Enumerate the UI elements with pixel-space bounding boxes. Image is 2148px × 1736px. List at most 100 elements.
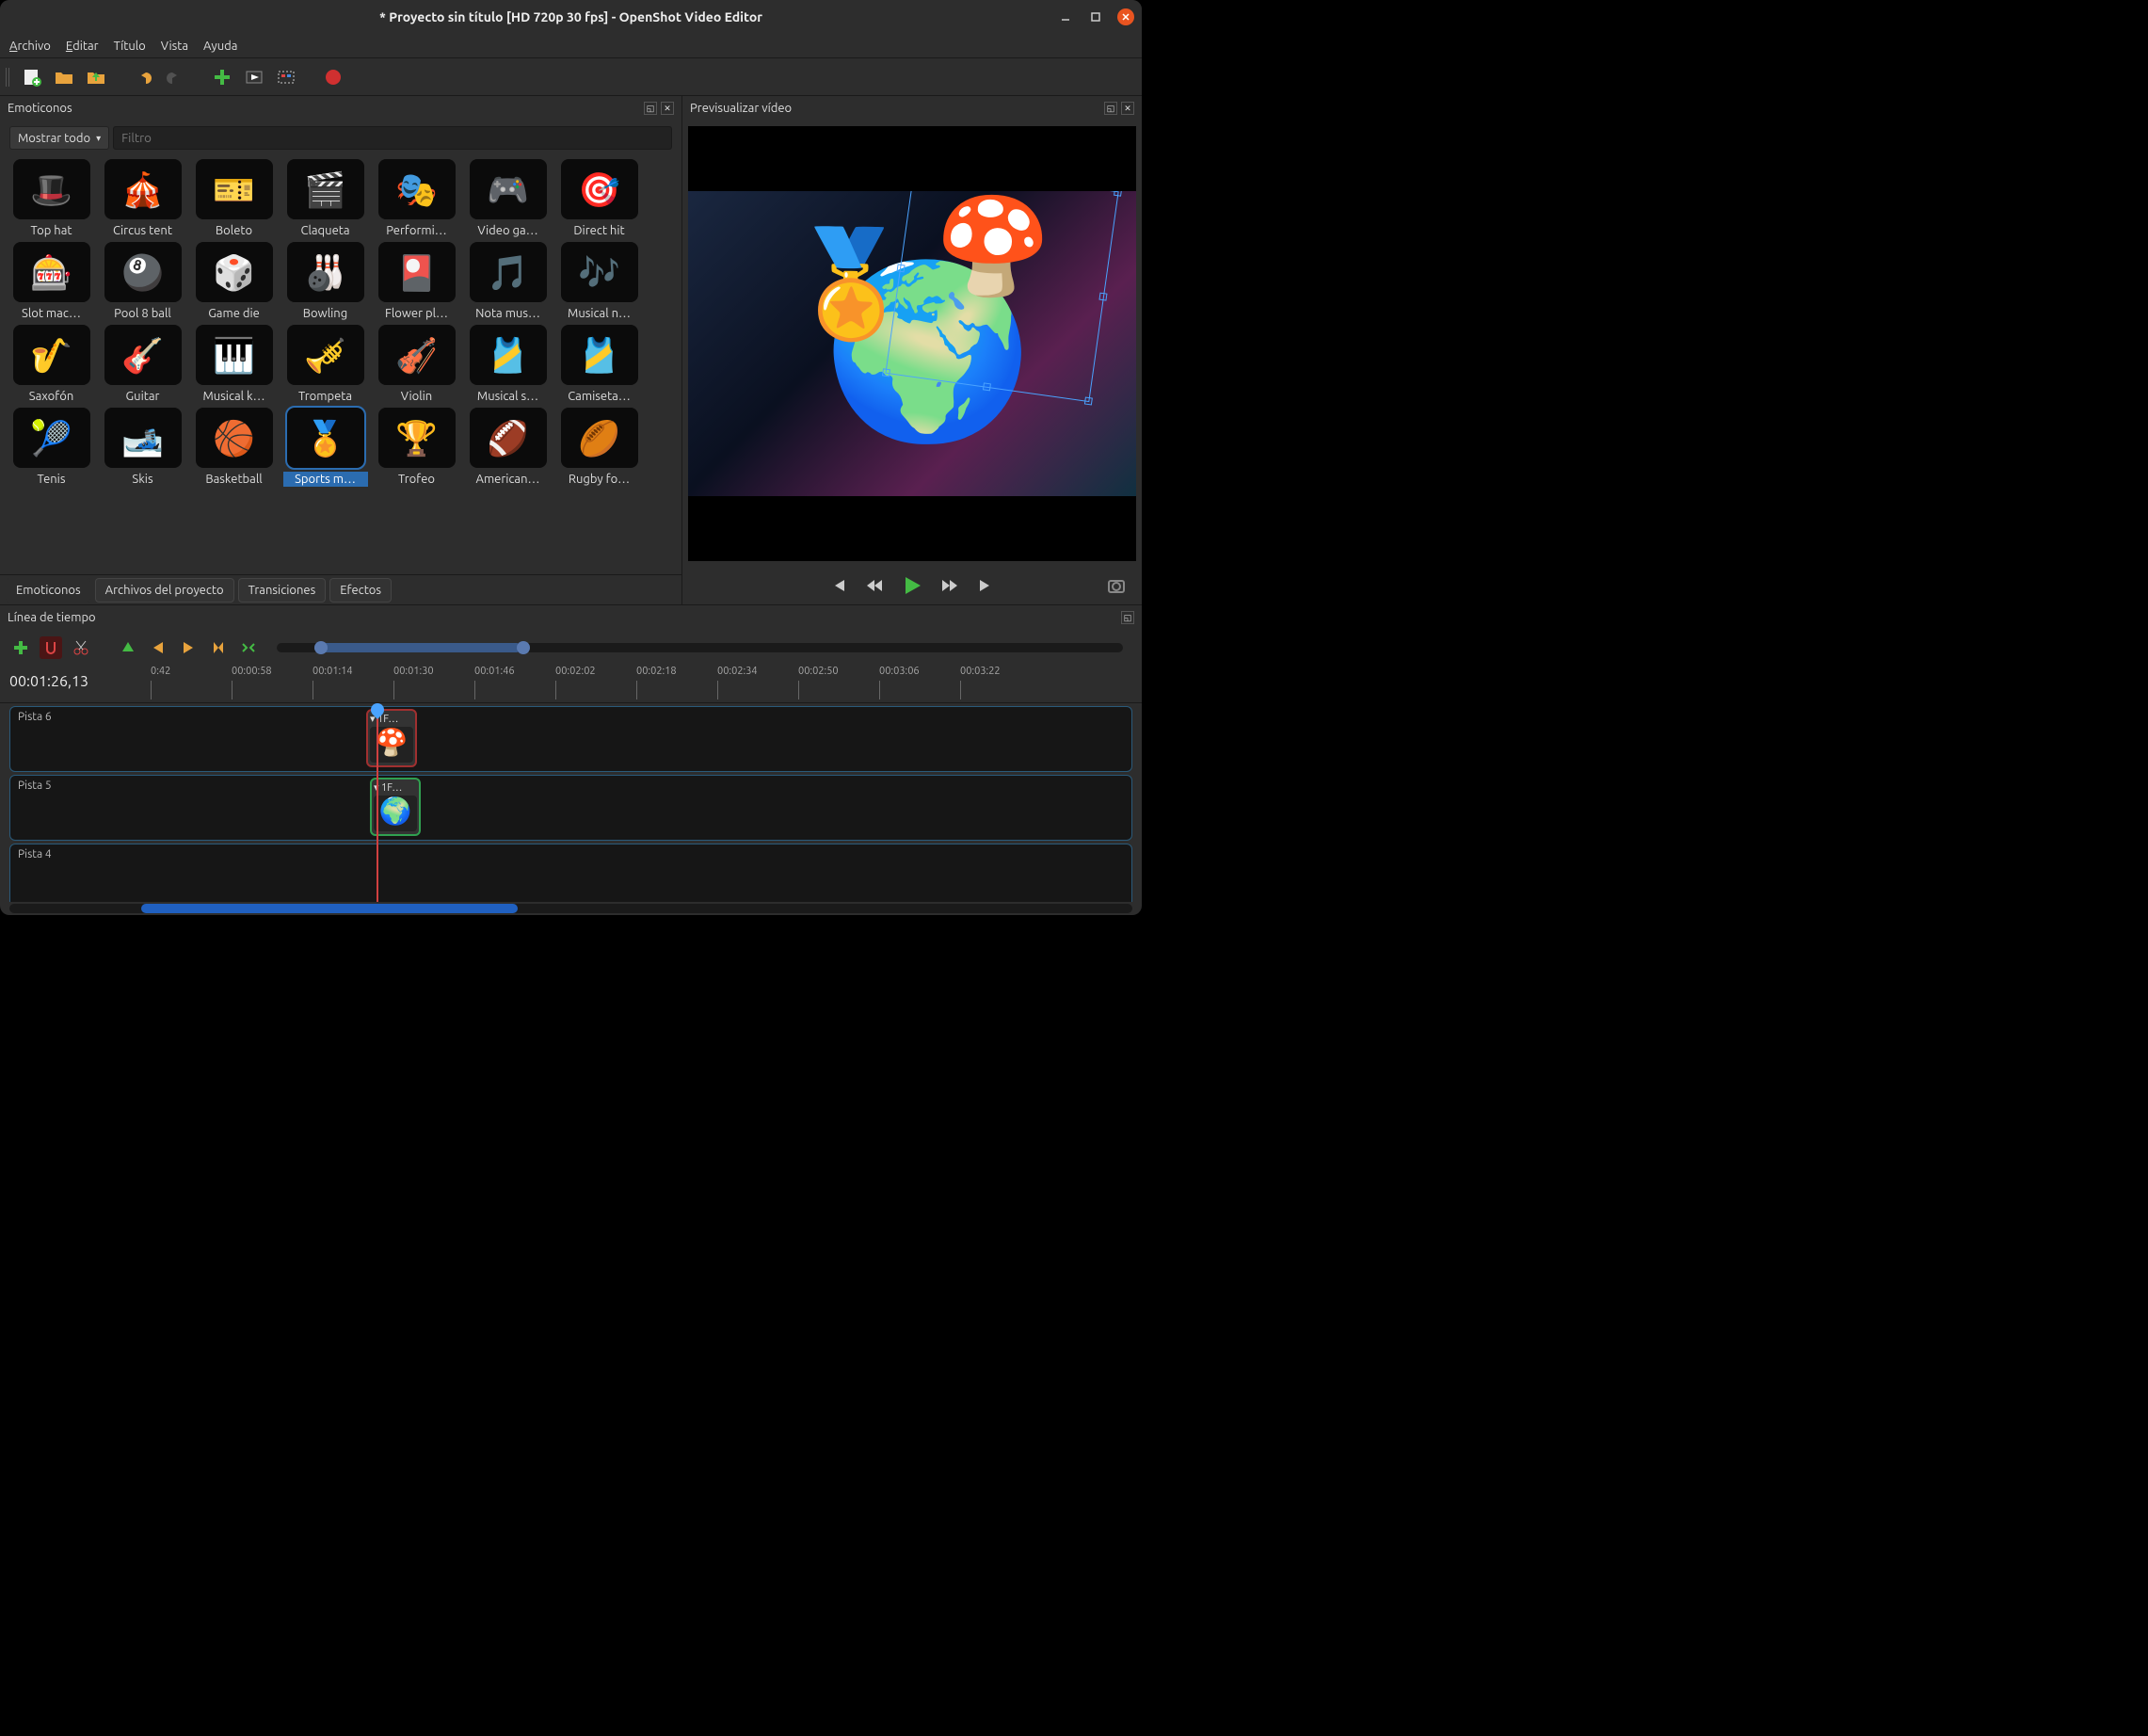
new-project-button[interactable]	[19, 64, 45, 90]
emoji-item[interactable]: 🎳Bowling	[281, 242, 370, 321]
emoji-item[interactable]: 🎶Musical n…	[554, 242, 644, 321]
profile-button[interactable]	[241, 64, 267, 90]
add-track-button[interactable]	[9, 636, 32, 659]
import-files-button[interactable]	[209, 64, 235, 90]
preview-panel-title: Previsualizar vídeo	[690, 102, 792, 115]
emoji-item[interactable]: 🏉Rugby fo…	[554, 408, 644, 487]
emoji-item[interactable]: 🎽Musical s…	[463, 325, 553, 404]
tab-archivos-del-proyecto[interactable]: Archivos del proyecto	[95, 578, 234, 603]
preview-viewport[interactable]: 🌍 🏅 🍄	[688, 126, 1136, 561]
marker-add-button[interactable]	[117, 636, 139, 659]
emoji-icon: 🎷	[13, 325, 90, 385]
play-button[interactable]	[901, 574, 923, 597]
snapshot-button[interactable]	[1106, 575, 1127, 596]
emoji-item[interactable]: 🎱Pool 8 ball	[98, 242, 187, 321]
panel-float-icon[interactable]: ◱	[644, 102, 657, 115]
close-button[interactable]	[1117, 8, 1134, 25]
track-header[interactable]: Pista 4	[10, 844, 133, 902]
jump-start-button[interactable]	[829, 576, 848, 595]
time-ruler[interactable]: 0:4200:00:5800:01:1400:01:3000:01:4600:0…	[132, 666, 1142, 702]
panel-float-icon[interactable]: ◱	[1121, 611, 1134, 624]
save-project-button[interactable]	[83, 64, 109, 90]
emoji-item[interactable]: 🎺Trompeta	[281, 325, 370, 404]
emoji-item[interactable]: 🎵Nota mus…	[463, 242, 553, 321]
ruler-tick: 00:01:14	[313, 666, 353, 677]
emoji-item[interactable]: 🏀Basketball	[189, 408, 279, 487]
emoji-item[interactable]: 🎷Saxofón	[7, 325, 96, 404]
emoji-item[interactable]: 🎻Violin	[372, 325, 461, 404]
export-button[interactable]	[320, 64, 346, 90]
emoji-item[interactable]: 🎩Top hat	[7, 159, 96, 238]
razor-button[interactable]	[70, 636, 92, 659]
emoji-item[interactable]: 🎾Tenis	[7, 408, 96, 487]
marker-prev-button[interactable]	[147, 636, 169, 659]
emoji-item[interactable]: 🏆Trofeo	[372, 408, 461, 487]
playhead-time: 00:01:26,13	[0, 666, 132, 702]
emoji-item[interactable]: 🎫Boleto	[189, 159, 279, 238]
tracks-area[interactable]: Pista 6 ▾ 1F…🍄 Pista 5▾ 1F…🌍Pista 4	[0, 703, 1142, 902]
emoji-label: Bowling	[283, 306, 368, 321]
zoom-slider[interactable]	[277, 643, 1123, 652]
menu-titulo[interactable]: Título	[114, 40, 146, 53]
emoji-item[interactable]: 🎯Direct hit	[554, 159, 644, 238]
track[interactable]: Pista 4	[9, 844, 1132, 902]
emoji-label: Trompeta	[283, 389, 368, 404]
minimize-button[interactable]	[1057, 8, 1074, 25]
emoji-item[interactable]: 🎿Skis	[98, 408, 187, 487]
tab-efectos[interactable]: Efectos	[329, 578, 392, 603]
emoji-item[interactable]: 🎭Performi…	[372, 159, 461, 238]
panel-close-icon[interactable]: ✕	[1121, 102, 1134, 115]
toolbar-grip[interactable]	[6, 68, 11, 87]
track-header[interactable]: Pista 5	[10, 776, 133, 840]
emoji-icon: 🎲	[196, 242, 273, 302]
category-combo[interactable]: Mostrar todo	[9, 126, 109, 150]
menu-archivo[interactable]: Archivo	[9, 40, 51, 53]
undo-button[interactable]	[130, 64, 156, 90]
emoji-item[interactable]: 🎹Musical k…	[189, 325, 279, 404]
emoji-item[interactable]: 🎴Flower pl…	[372, 242, 461, 321]
emoji-item[interactable]: 🎮Video ga…	[463, 159, 553, 238]
track[interactable]: Pista 5▾ 1F…🌍	[9, 775, 1132, 841]
jump-end-button[interactable]	[976, 576, 995, 595]
emoji-icon: 🎴	[378, 242, 456, 302]
tab-transiciones[interactable]: Transiciones	[238, 578, 327, 603]
forward-button[interactable]	[940, 576, 959, 595]
emoji-item[interactable]: 🏈American…	[463, 408, 553, 487]
clip[interactable]: ▾ 1F…🍄	[366, 709, 417, 767]
track[interactable]: Pista 6 ▾ 1F…🍄	[9, 706, 1132, 772]
emoji-grid[interactable]: 🎩Top hat🎪Circus tent🎫Boleto🎬Claqueta🎭Per…	[0, 155, 681, 574]
menu-vista[interactable]: Vista	[161, 40, 188, 53]
panel-close-icon[interactable]: ✕	[661, 102, 674, 115]
tab-emoticonos[interactable]: Emoticonos	[6, 578, 91, 603]
ruler-tick: 00:03:22	[960, 666, 1001, 677]
ruler-tick: 00:03:06	[879, 666, 920, 677]
panel-float-icon[interactable]: ◱	[1104, 102, 1117, 115]
emoji-icon: 🎽	[561, 325, 638, 385]
track-header[interactable]: Pista 6	[10, 707, 133, 771]
emoji-item[interactable]: 🎪Circus tent	[98, 159, 187, 238]
timeline-scrollbar[interactable]	[9, 904, 1132, 913]
emoji-item[interactable]: 🎽Camiseta…	[554, 325, 644, 404]
open-project-button[interactable]	[51, 64, 77, 90]
filter-input[interactable]	[113, 126, 672, 150]
playhead[interactable]	[377, 703, 378, 902]
fullscreen-button[interactable]	[273, 64, 299, 90]
redo-button[interactable]	[162, 64, 188, 90]
center-playhead-button[interactable]	[207, 636, 230, 659]
zoom-button[interactable]	[237, 636, 260, 659]
maximize-button[interactable]	[1087, 8, 1104, 25]
emoji-label: Video ga…	[466, 223, 551, 238]
menu-ayuda[interactable]: Ayuda	[203, 40, 237, 53]
emoji-item[interactable]: 🎸Guitar	[98, 325, 187, 404]
emoji-icon: 🎩	[13, 159, 90, 219]
snap-button[interactable]	[40, 636, 62, 659]
emoji-item[interactable]: 🎰Slot mac…	[7, 242, 96, 321]
rewind-button[interactable]	[865, 576, 884, 595]
emoji-icon: 🏈	[470, 408, 547, 468]
emoji-item[interactable]: 🎬Claqueta	[281, 159, 370, 238]
emoji-item[interactable]: 🎲Game die	[189, 242, 279, 321]
emoji-item[interactable]: 🏅Sports m…	[281, 408, 370, 487]
marker-next-button[interactable]	[177, 636, 200, 659]
menu-editar[interactable]: Editar	[66, 40, 99, 53]
transform-handles[interactable]	[885, 191, 1118, 402]
